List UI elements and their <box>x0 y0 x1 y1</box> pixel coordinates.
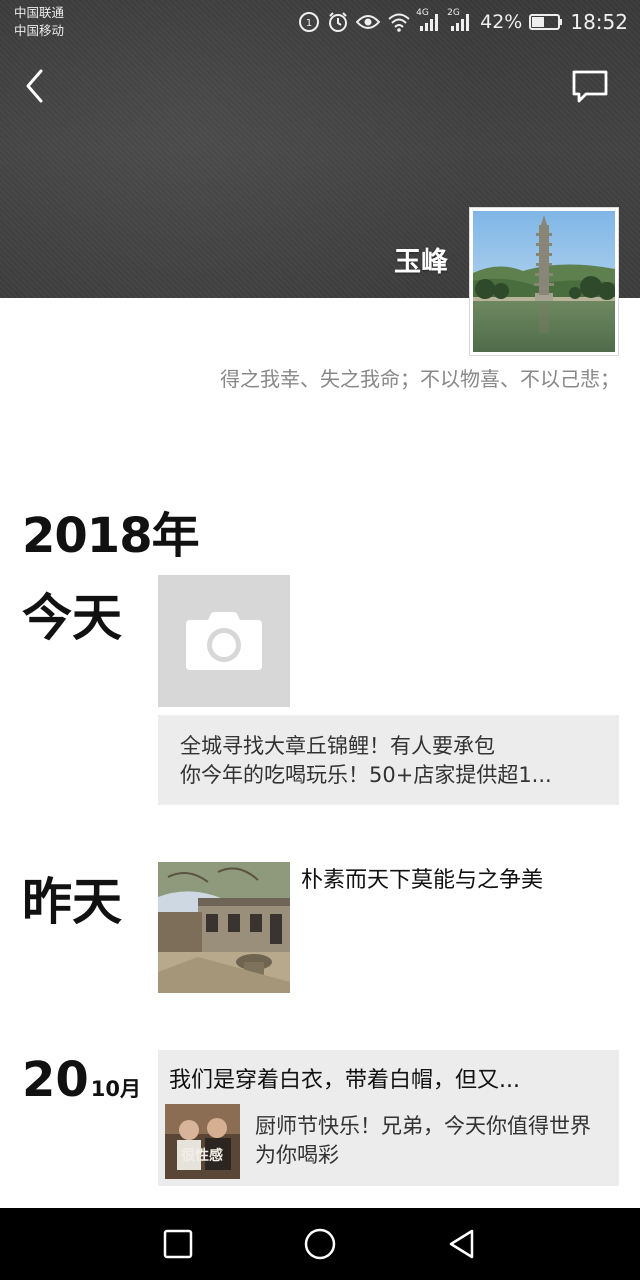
chefs-photo: 很性感 <box>165 1104 240 1179</box>
avatar[interactable] <box>469 207 619 356</box>
square-icon <box>163 1229 193 1259</box>
date-label-yesterday: 昨天 <box>22 873 122 931</box>
shared-article-oct-20[interactable]: 我们是穿着白衣，带着白帽，但又... 很性感 厨师节快乐！兄弟，今天你值得世界为… <box>158 1050 619 1186</box>
nav-back-button[interactable] <box>444 1226 480 1262</box>
battery-icon <box>529 13 563 31</box>
carrier-2: 中国移动 <box>14 23 65 38</box>
triangle-back-icon <box>449 1229 474 1259</box>
nav-home-button[interactable] <box>302 1226 338 1262</box>
date-month: 10月 <box>90 1077 142 1101</box>
camera-icon <box>186 612 262 670</box>
signal-2g-icon: 2G <box>447 8 473 32</box>
battery-percent: 42% <box>480 11 523 33</box>
system-nav-bar <box>0 1208 640 1280</box>
thumb-caption: 很性感 <box>181 1147 223 1164</box>
clock: 18:52 <box>570 10 628 34</box>
post-photo-yesterday[interactable] <box>158 862 290 993</box>
date-day: 20 <box>22 1052 89 1108</box>
svg-text:1: 1 <box>306 18 312 29</box>
post-camera-button[interactable] <box>158 575 290 707</box>
date-label-oct-20: 2010月 <box>22 1052 141 1108</box>
message-icon <box>572 70 608 103</box>
status-bar: 中国联通 中国移动 1 4G 2G 42% 18:52 <box>0 0 640 44</box>
wifi-icon <box>387 12 411 32</box>
article-title: 我们是穿着白衣，带着白帽，但又... <box>169 1068 520 1093</box>
avatar-pagoda-image <box>473 211 615 352</box>
carrier-1: 中国联通 <box>14 5 65 20</box>
alarm-icon <box>327 11 349 33</box>
net-2g-label: 2G <box>447 8 460 18</box>
shared-link-today[interactable]: 全城寻找大章丘锦鲤！有人要承包 你今年的吃喝玩乐！50+店家提供超1... <box>158 715 619 805</box>
carrier-info: 中国联通 中国移动 <box>14 4 64 40</box>
share-text-line-2: 你今年的吃喝玩乐！50+店家提供超1... <box>180 763 552 787</box>
net-4g-label: 4G <box>416 8 429 18</box>
eye-icon <box>356 13 381 31</box>
article-description: 厨师节快乐！兄弟，今天你值得世界为你喝彩 <box>255 1114 591 1167</box>
nav-recent-button[interactable] <box>160 1226 196 1262</box>
profile-signature: 得之我幸、失之我命；不以物喜、不以己悲； <box>220 367 620 391</box>
post-text-yesterday[interactable]: 朴素而天下莫能与之争美 <box>301 862 543 894</box>
data-saver-icon: 1 <box>298 11 320 33</box>
date-label-today: 今天 <box>22 589 122 647</box>
courtyard-photo <box>158 862 290 993</box>
chevron-left-icon <box>26 69 43 103</box>
year-heading: 2018年 <box>22 508 200 564</box>
circle-icon <box>304 1228 336 1260</box>
status-icons: 1 4G 2G 42% 18:52 <box>298 8 628 36</box>
signal-4g-icon: 4G <box>416 8 442 32</box>
back-button[interactable] <box>18 66 54 106</box>
share-text-line-1: 全城寻找大章丘锦鲤！有人要承包 <box>180 734 495 758</box>
article-thumbnail: 很性感 <box>165 1104 240 1179</box>
profile-name[interactable]: 玉峰 <box>394 240 448 279</box>
messages-button[interactable] <box>568 66 612 106</box>
